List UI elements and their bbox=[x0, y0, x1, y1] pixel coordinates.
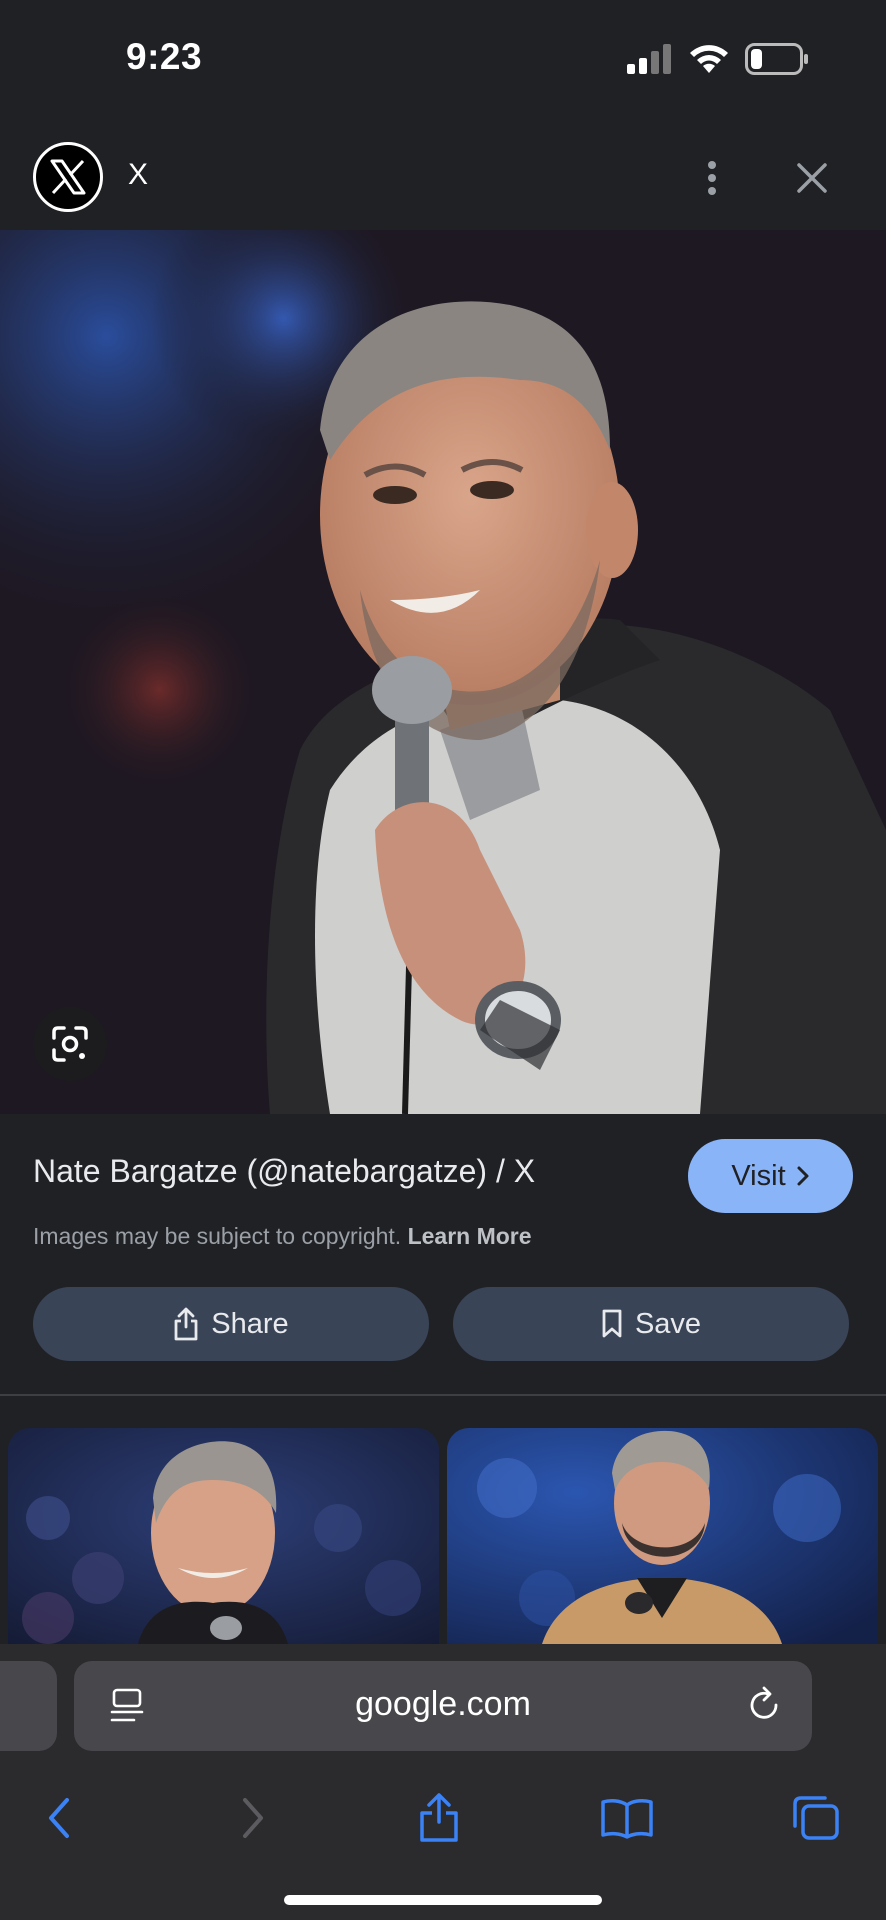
back-button[interactable] bbox=[24, 1778, 94, 1858]
related-image-2[interactable] bbox=[447, 1428, 878, 1644]
lens-icon bbox=[52, 1026, 88, 1062]
cellular-signal-icon bbox=[627, 44, 671, 74]
tabs-icon bbox=[793, 1796, 839, 1840]
tabs-button[interactable] bbox=[781, 1778, 851, 1858]
chevron-left-icon bbox=[49, 1798, 69, 1838]
status-bar: 9:23 bbox=[0, 0, 886, 120]
copyright-notice: Images may be subject to copyright. Lear… bbox=[33, 1223, 532, 1250]
main-result-image[interactable] bbox=[0, 230, 886, 1114]
save-button[interactable]: Save bbox=[453, 1287, 849, 1361]
chevron-right-icon bbox=[243, 1798, 263, 1838]
copyright-text: Images may be subject to copyright. bbox=[33, 1223, 402, 1249]
share-sheet-button[interactable] bbox=[404, 1778, 474, 1858]
status-time: 9:23 bbox=[126, 36, 203, 77]
more-vertical-icon bbox=[708, 161, 716, 195]
share-icon bbox=[420, 1793, 458, 1842]
wifi-icon bbox=[690, 45, 728, 73]
google-lens-button[interactable] bbox=[33, 1007, 107, 1081]
result-header: X bbox=[0, 130, 886, 230]
visit-button[interactable]: Visit bbox=[688, 1139, 853, 1213]
close-button[interactable] bbox=[788, 152, 836, 204]
save-label: Save bbox=[634, 1307, 702, 1340]
book-icon bbox=[601, 1799, 653, 1839]
bookmarks-button[interactable] bbox=[592, 1778, 662, 1858]
divider bbox=[0, 1394, 886, 1396]
share-label: Share bbox=[211, 1307, 289, 1340]
result-title[interactable]: Nate Bargatze (@natebargatze) / X bbox=[33, 1153, 535, 1190]
bookmark-icon bbox=[602, 1309, 622, 1338]
visit-label: Visit bbox=[731, 1159, 786, 1192]
share-icon bbox=[174, 1307, 198, 1341]
related-image-1[interactable] bbox=[8, 1428, 439, 1644]
x-logo-icon bbox=[33, 142, 103, 212]
chevron-right-icon bbox=[797, 1166, 809, 1186]
learn-more-link[interactable]: Learn More bbox=[408, 1223, 532, 1249]
home-indicator bbox=[284, 1895, 602, 1905]
forward-button[interactable] bbox=[218, 1778, 288, 1858]
previous-tab-preview[interactable] bbox=[0, 1661, 57, 1751]
url-text: google.com bbox=[355, 1685, 531, 1723]
site-name: X bbox=[128, 158, 149, 191]
share-button[interactable]: Share bbox=[33, 1287, 429, 1361]
address-bar[interactable]: google.com bbox=[74, 1661, 812, 1751]
more-options-button[interactable] bbox=[690, 152, 734, 204]
reload-icon[interactable] bbox=[746, 1685, 782, 1725]
browser-toolbar: google.com bbox=[0, 1644, 886, 1920]
battery-icon bbox=[745, 43, 808, 75]
close-icon bbox=[797, 163, 827, 193]
